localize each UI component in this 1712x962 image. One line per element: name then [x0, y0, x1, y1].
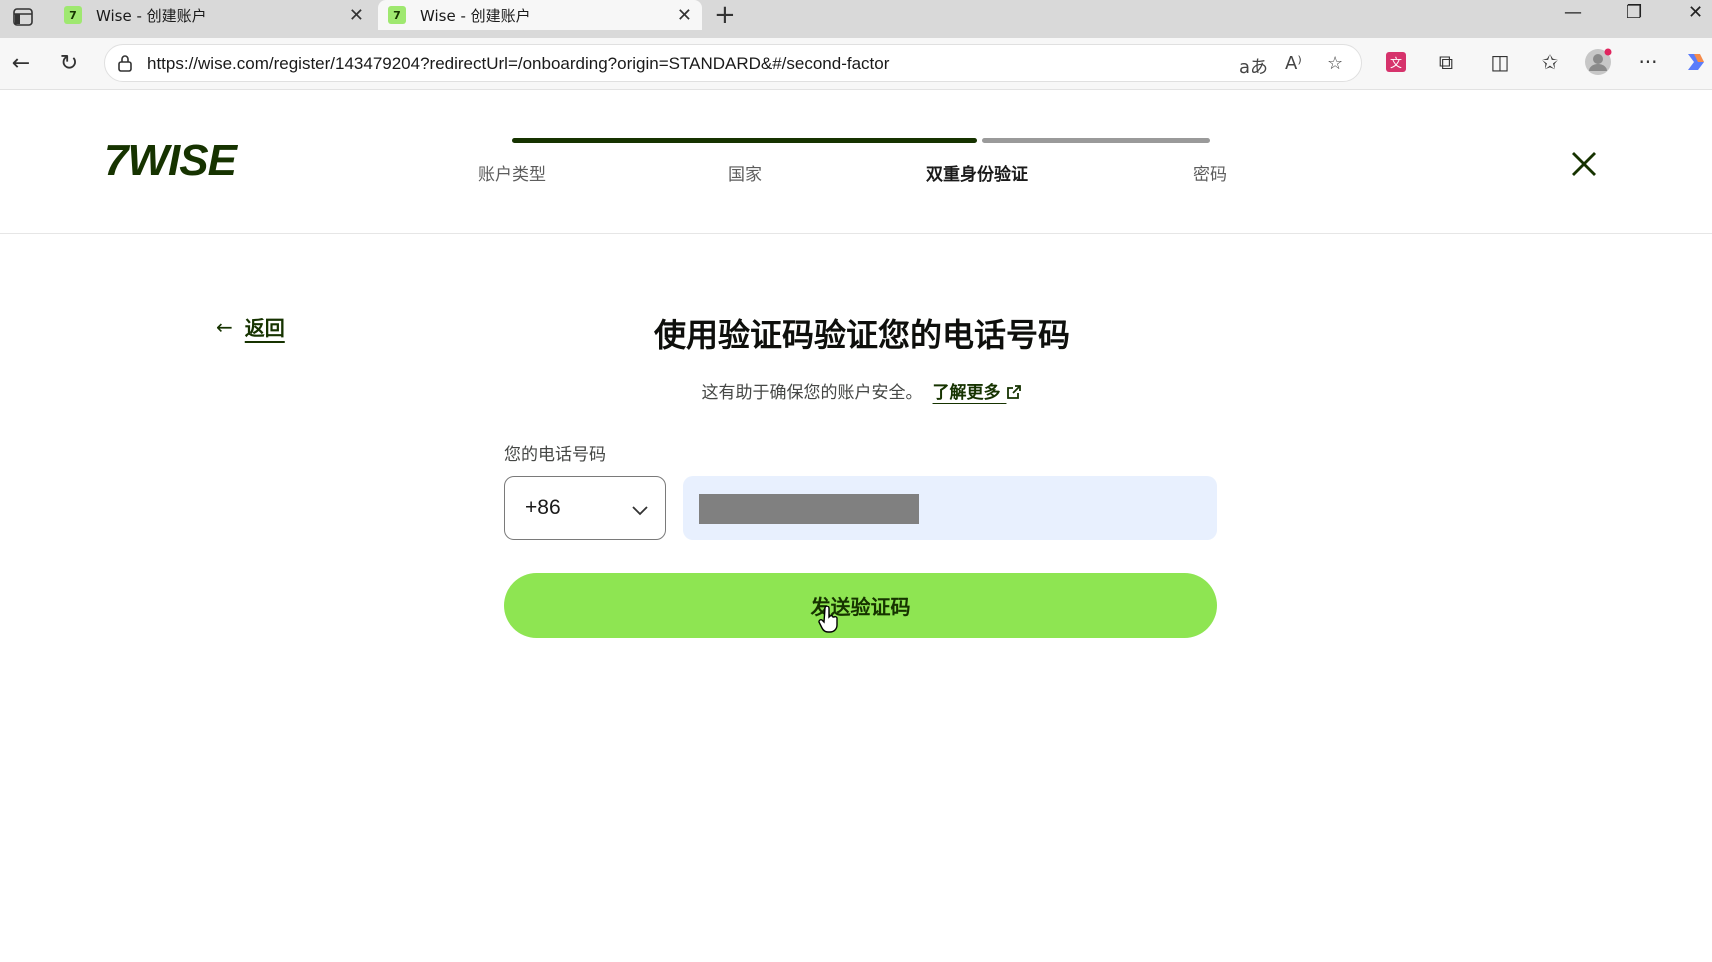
close-tab-icon[interactable]: ✕: [349, 5, 364, 26]
subtitle-text: 这有助于确保您的账户安全。: [701, 383, 923, 403]
profile-avatar-icon[interactable]: [1584, 48, 1612, 76]
page-header: 7WISE 账户类型 国家 双重身份验证 密码: [0, 92, 1712, 234]
favorites-icon[interactable]: ✩: [1536, 48, 1564, 76]
onboarding-progress-bar: [512, 138, 1212, 143]
copilot-icon[interactable]: [1682, 48, 1710, 76]
step-two-factor: 双重身份验证: [926, 165, 1028, 185]
chevron-down-icon: [631, 501, 649, 520]
browser-tab-active[interactable]: 7 Wise - 创建账户 ✕: [378, 0, 702, 30]
refresh-icon[interactable]: ↻: [54, 48, 84, 78]
redacted-phone-number: [699, 494, 919, 524]
wise-icon: 7: [64, 6, 82, 24]
translate-icon[interactable]: aあ: [1239, 53, 1268, 79]
translator-extension-icon[interactable]: 文: [1382, 48, 1410, 76]
country-code-value: +86: [525, 496, 561, 519]
progress-remaining: [982, 138, 1210, 143]
learn-more-link[interactable]: 了解更多: [933, 383, 1023, 403]
tab-actions-icon[interactable]: [10, 4, 36, 30]
more-options-icon[interactable]: ···: [1634, 48, 1662, 76]
wise-logo[interactable]: 7WISE: [104, 136, 237, 186]
read-aloud-icon[interactable]: A⁾: [1285, 53, 1302, 74]
close-icon[interactable]: [1568, 148, 1600, 180]
wise-icon: 7: [388, 6, 406, 24]
step-account-type: 账户类型: [478, 165, 546, 185]
favorite-star-icon[interactable]: ☆: [1327, 53, 1343, 74]
browser-tab-strip: 7 Wise - 创建账户 ✕ 7 Wise - 创建账户 ✕ + — ❐ ✕: [0, 0, 1712, 38]
split-screen-icon[interactable]: ◫: [1486, 48, 1514, 76]
progress-complete: [512, 138, 977, 143]
tab-title: Wise - 创建账户: [96, 6, 207, 25]
close-tab-icon[interactable]: ✕: [677, 5, 692, 26]
phone-field-label: 您的电话号码: [504, 445, 606, 465]
new-tab-icon[interactable]: +: [714, 0, 736, 30]
minimize-icon[interactable]: —: [1564, 2, 1582, 23]
url-text[interactable]: https://wise.com/register/143479204?redi…: [147, 54, 889, 74]
tab-title: Wise - 创建账户: [420, 6, 531, 25]
send-code-button[interactable]: 发送验证码: [504, 573, 1217, 638]
extensions-icon[interactable]: ⧉: [1432, 48, 1460, 76]
page-title: 使用验证码验证您的电话号码: [653, 316, 1070, 354]
country-code-select[interactable]: +86: [504, 476, 666, 540]
back-label[interactable]: 返回: [245, 312, 285, 341]
browser-tab[interactable]: 7 Wise - 创建账户 ✕: [54, 0, 374, 30]
lock-icon[interactable]: [117, 54, 133, 76]
step-country: 国家: [728, 165, 762, 185]
step-password: 密码: [1193, 165, 1227, 185]
back-link[interactable]: ← 返回: [216, 312, 285, 341]
external-link-icon: [1007, 385, 1022, 399]
close-window-icon[interactable]: ✕: [1688, 2, 1703, 23]
address-bar[interactable]: https://wise.com/register/143479204?redi…: [104, 44, 1362, 82]
subtitle: 这有助于确保您的账户安全。 了解更多: [512, 378, 1212, 403]
back-arrow-icon[interactable]: ←: [6, 48, 36, 78]
phone-number-input[interactable]: [683, 476, 1217, 540]
restore-icon[interactable]: ❐: [1626, 2, 1642, 23]
arrow-left-icon: ←: [216, 314, 233, 339]
svg-text:文: 文: [1390, 55, 1402, 70]
browser-toolbar: ← ↻ https://wise.com/register/143479204?…: [0, 38, 1712, 90]
hand-cursor-icon: [818, 605, 840, 638]
